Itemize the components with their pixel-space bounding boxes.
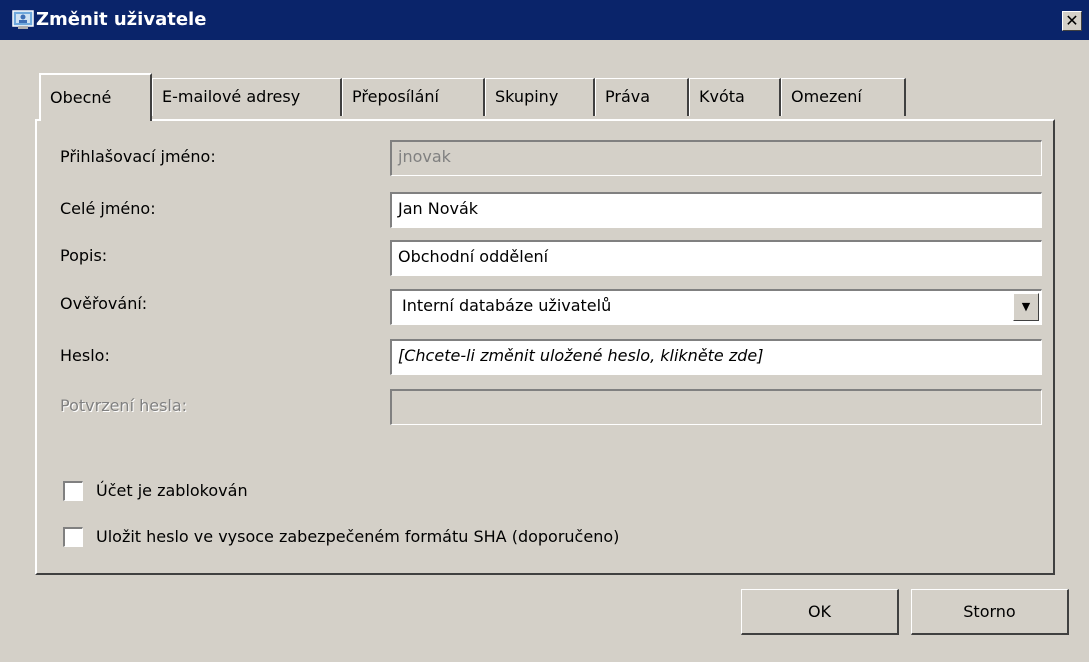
tab-kvota[interactable]: Kvóta [689, 78, 781, 116]
auth-label: Ověřování: [60, 294, 148, 313]
auth-selected-value: Interní databáze uživatelů [402, 296, 612, 315]
fullname-label: Celé jméno: [60, 199, 156, 218]
tab-prava[interactable]: Práva [595, 78, 689, 116]
tab-emailove-adresy[interactable]: E-mailové adresy [152, 78, 342, 116]
fullname-field[interactable]: Jan Novák [390, 192, 1042, 228]
tab-label: Omezení [791, 87, 862, 106]
tab-skupiny[interactable]: Skupiny [485, 78, 595, 116]
blocked-checkbox[interactable] [63, 481, 83, 501]
tab-preposilani[interactable]: Přeposílání [342, 78, 485, 116]
tab-omezeni[interactable]: Omezení [781, 78, 906, 116]
description-label: Popis: [60, 246, 108, 265]
tab-label: Přeposílání [352, 87, 439, 106]
tab-label: E-mailové adresy [162, 87, 301, 106]
tab-label: Práva [605, 87, 651, 106]
auth-select[interactable]: Interní databáze uživatelů ▼ [390, 289, 1042, 325]
description-field[interactable]: Obchodní oddělení [390, 240, 1042, 276]
login-field: jnovak [390, 140, 1042, 176]
tab-label: Skupiny [495, 87, 559, 106]
password-field[interactable]: [Chcete-li změnit uložené heslo, kliknět… [390, 339, 1042, 375]
chevron-down-icon: ▼ [1021, 300, 1031, 313]
tab-label: Kvóta [699, 87, 745, 106]
blocked-checkbox-label[interactable]: Účet je zablokován [96, 481, 248, 501]
confirm-password-field [390, 389, 1042, 425]
tab-label: Obecné [50, 88, 112, 107]
active-tab-joint [41, 119, 150, 122]
ok-button[interactable]: OK [741, 589, 899, 635]
tab-obecne[interactable]: Obecné [39, 73, 152, 121]
close-button[interactable]: ✕ [1062, 11, 1082, 31]
password-label: Heslo: [60, 346, 110, 365]
close-icon: ✕ [1065, 11, 1079, 30]
window-title: Změnit uživatele [36, 9, 207, 30]
dropdown-arrow-button[interactable]: ▼ [1013, 293, 1039, 321]
cancel-button[interactable]: Storno [911, 589, 1069, 635]
title-bar: Změnit uživatele ✕ [0, 0, 1089, 40]
sha-checkbox[interactable] [63, 527, 83, 547]
sha-checkbox-label[interactable]: Uložit heslo ve vysoce zabezpečeném form… [96, 527, 619, 547]
user-app-icon [12, 10, 34, 29]
confirm-password-label: Potvrzení hesla: [60, 396, 188, 415]
login-label: Přihlašovací jméno: [60, 147, 216, 166]
